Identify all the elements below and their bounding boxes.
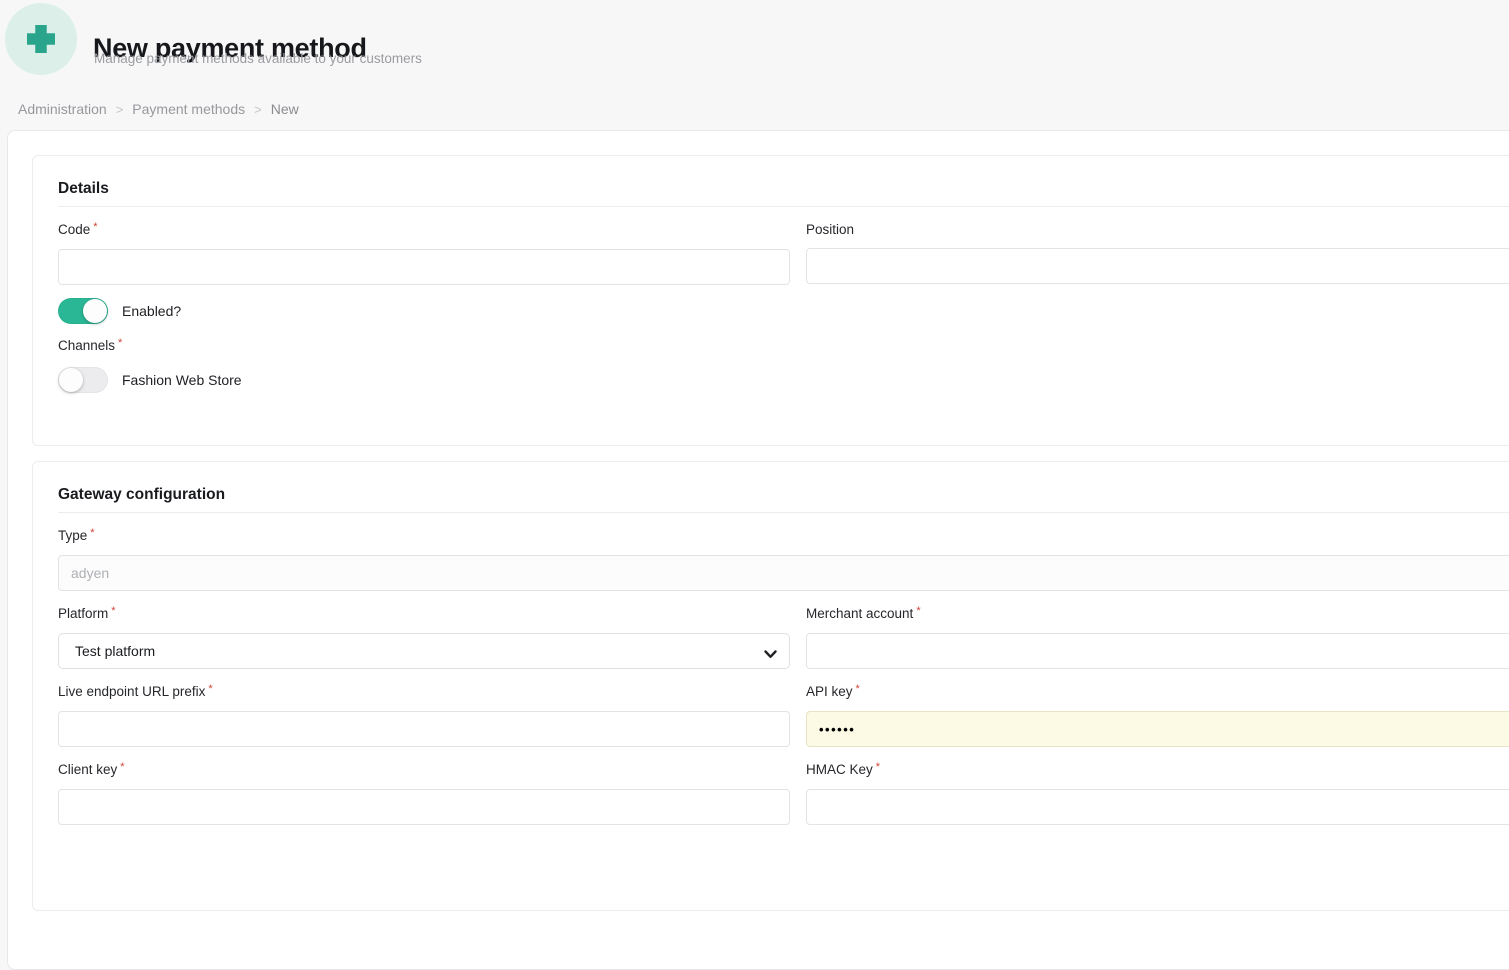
gateway-configuration-card: Gateway configuration Type* Platform* Te… xyxy=(32,461,1509,911)
code-field-group: Code * xyxy=(58,221,790,285)
enabled-toggle[interactable] xyxy=(58,298,108,324)
required-marker: * xyxy=(208,683,213,695)
channels-label: Channels * xyxy=(58,337,123,353)
enabled-label: Enabled? xyxy=(122,303,182,319)
details-card-title: Details xyxy=(58,180,109,197)
api-key-field-group: API key * xyxy=(806,683,1509,747)
channel-toggle-row: Fashion Web Store xyxy=(58,367,1509,393)
merchant-account-input[interactable] xyxy=(806,633,1509,669)
live-endpoint-url-prefix-label: Live endpoint URL prefix * xyxy=(58,683,213,699)
channel-fashion-web-store-label: Fashion Web Store xyxy=(122,372,242,388)
enabled-toggle-row: Enabled? xyxy=(58,298,1509,324)
api-key-label: API key * xyxy=(806,683,860,699)
live-endpoint-url-prefix-input[interactable] xyxy=(58,711,790,747)
required-marker: * xyxy=(118,337,123,349)
gateway-divider xyxy=(58,512,1509,513)
merchant-account-label: Merchant account * xyxy=(806,605,921,621)
required-marker: * xyxy=(93,221,98,233)
required-marker: * xyxy=(90,527,95,539)
required-marker: * xyxy=(111,605,116,617)
form-panel: Details Code * Position Enabled? Channels… xyxy=(7,130,1509,970)
hmac-key-field-group: HMAC Key * xyxy=(806,761,1509,825)
breadcrumb-administration[interactable]: Administration xyxy=(18,101,107,117)
live-endpoint-field-group: Live endpoint URL prefix * xyxy=(58,683,790,747)
merchant-account-field-group: Merchant account * xyxy=(806,605,1509,669)
position-field-group: Position xyxy=(806,223,1509,285)
position-label: Position xyxy=(806,222,855,237)
page-subtitle: Manage payment methods available to your… xyxy=(94,51,422,66)
gateway-card-title: Gateway configuration xyxy=(58,486,226,503)
plus-icon xyxy=(5,3,77,75)
client-key-field-group: Client key * xyxy=(58,761,790,825)
type-field-group: Type * xyxy=(58,527,1509,591)
hmac-key-input[interactable] xyxy=(806,789,1509,825)
client-key-label: Client key * xyxy=(58,761,125,777)
channel-fashion-web-store-toggle[interactable] xyxy=(58,367,108,393)
required-marker: * xyxy=(855,683,860,695)
api-key-input[interactable] xyxy=(806,711,1509,747)
breadcrumb-new: New xyxy=(270,101,299,117)
platform-select[interactable]: Test platform xyxy=(58,633,790,669)
hmac-key-label: HMAC Key * xyxy=(806,761,881,777)
position-input[interactable] xyxy=(806,248,1509,284)
breadcrumb-payment-methods[interactable]: Payment methods xyxy=(132,101,245,117)
breadcrumb-separator-icon: > xyxy=(115,101,124,117)
breadcrumb-separator-icon: > xyxy=(254,101,262,117)
code-input[interactable] xyxy=(58,249,790,285)
toggle-knob xyxy=(59,368,83,392)
details-card: Details Code * Position Enabled? Channels… xyxy=(32,155,1509,446)
platform-label: Platform * xyxy=(58,605,116,621)
code-label: Code * xyxy=(58,221,98,237)
breadcrumb: Administration > Payment methods > New xyxy=(18,101,299,117)
type-input xyxy=(58,555,1509,591)
required-marker: * xyxy=(916,605,921,617)
toggle-knob xyxy=(83,299,107,323)
required-marker: * xyxy=(120,761,125,773)
client-key-input[interactable] xyxy=(58,789,790,825)
type-label: Type * xyxy=(58,527,95,543)
platform-field-group: Platform * Test platform xyxy=(58,605,790,669)
required-marker: * xyxy=(875,761,881,773)
